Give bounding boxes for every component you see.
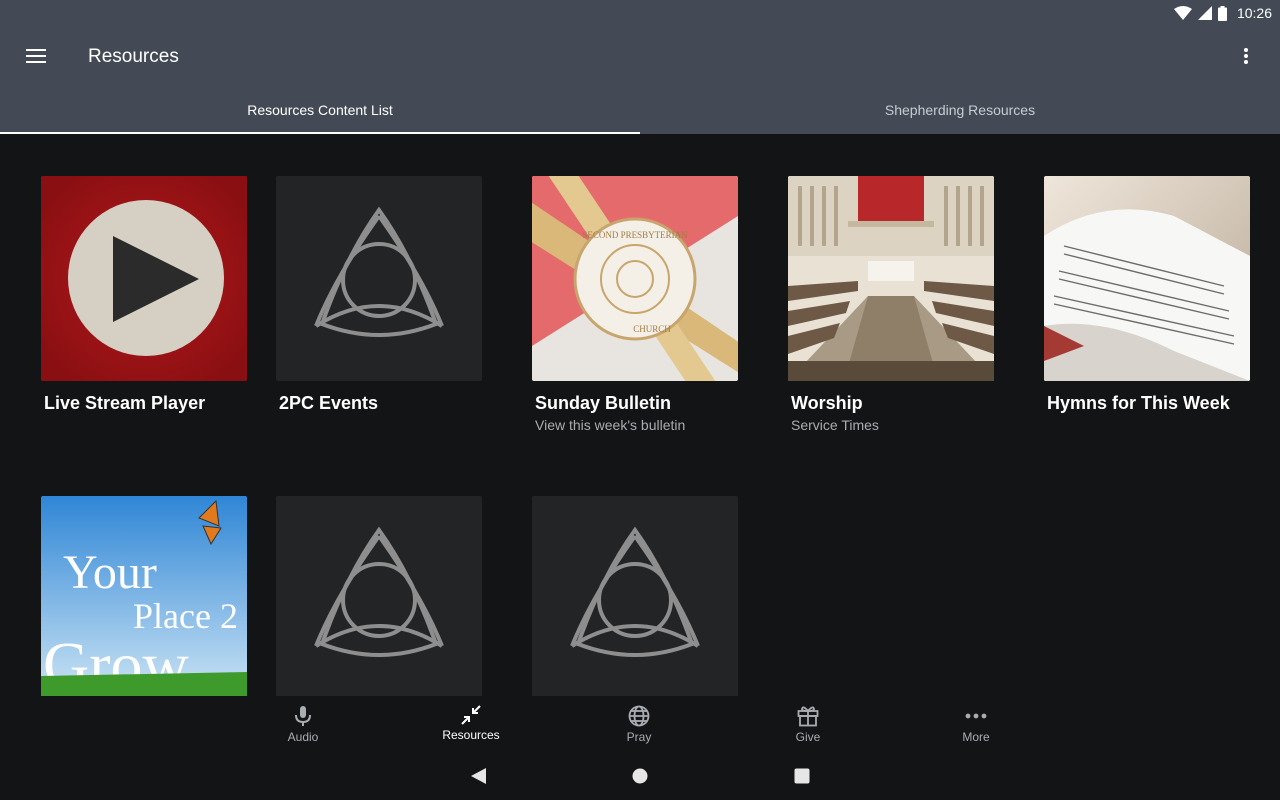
- card-title: Live Stream Player: [44, 393, 206, 413]
- card-title: Sunday Bulletin: [535, 393, 672, 413]
- globe-icon: [628, 705, 650, 727]
- recents-square-icon: [794, 768, 810, 784]
- home-button[interactable]: [630, 766, 650, 786]
- play-button-icon: [41, 176, 247, 381]
- resource-card-8[interactable]: [532, 496, 738, 696]
- resource-card-live-stream[interactable]: Live Stream Player: [41, 176, 247, 414]
- placeholder-thumbnail: [532, 496, 738, 696]
- seal-text-bottom: CHURCH: [633, 324, 671, 334]
- bulletin-thumbnail: SECOND PRESBYTERIAN CHURCH: [532, 176, 738, 381]
- hymns-thumbnail: [1044, 176, 1250, 381]
- more-dots-icon: [965, 713, 987, 719]
- grow-text-line1: Your: [63, 546, 157, 599]
- resource-card-worship[interactable]: Worship Service Times: [788, 176, 994, 433]
- nav-give[interactable]: Give: [748, 696, 868, 752]
- system-navigation-bar: [0, 752, 1280, 800]
- app-bar: Resources: [0, 26, 1280, 86]
- resource-card-sunday-bulletin[interactable]: SECOND PRESBYTERIAN CHURCH Sunday Bullet…: [532, 176, 738, 433]
- tab-shepherding-resources[interactable]: Shepherding Resources: [640, 86, 1280, 134]
- recents-button[interactable]: [792, 766, 812, 786]
- nav-audio[interactable]: Audio: [243, 696, 363, 752]
- wifi-icon: [1173, 6, 1192, 20]
- card-title: Worship: [791, 393, 863, 413]
- nav-label: Pray: [626, 730, 652, 744]
- tab-resources-content-list[interactable]: Resources Content List: [0, 86, 640, 134]
- nav-label: Audio: [287, 730, 319, 744]
- tab-bar: Resources Content List Shepherding Resou…: [0, 86, 1280, 134]
- seal-text-top: SECOND PRESBYTERIAN: [582, 230, 688, 240]
- menu-button[interactable]: [16, 36, 56, 76]
- nav-label: Give: [795, 730, 821, 744]
- grow-thumbnail: Your Place 2 Grow: [41, 496, 247, 696]
- resource-card-2pc-events[interactable]: 2PC Events: [276, 176, 482, 414]
- card-title: Hymns for This Week: [1047, 393, 1230, 413]
- placeholder-thumbnail: [276, 496, 482, 696]
- nav-pray[interactable]: Pray: [579, 696, 699, 752]
- your-place-2-grow-image: Your Place 2 Grow: [41, 496, 247, 696]
- nav-more[interactable]: More: [916, 696, 1036, 752]
- gift-icon: [797, 706, 819, 727]
- back-button[interactable]: [468, 766, 488, 786]
- trinity-knot-icon: [570, 526, 700, 657]
- bulletin-image: SECOND PRESBYTERIAN CHURCH: [532, 176, 738, 381]
- resource-card-7[interactable]: [276, 496, 482, 696]
- compress-arrows-icon: [461, 705, 481, 725]
- microphone-icon: [295, 706, 311, 726]
- sanctuary-image: [788, 176, 994, 381]
- cell-signal-icon: [1197, 6, 1212, 20]
- nav-label: More: [962, 730, 990, 744]
- hymnal-image: [1044, 176, 1250, 381]
- worship-thumbnail: [788, 176, 994, 381]
- live-stream-thumbnail: [41, 176, 247, 381]
- nav-resources[interactable]: Resources: [411, 696, 531, 752]
- trinity-knot-icon: [314, 526, 444, 657]
- status-time: 10:26: [1236, 5, 1272, 21]
- home-circle-icon: [632, 768, 648, 784]
- status-icons: 10:26: [1173, 3, 1272, 23]
- nav-label: Resources: [442, 728, 500, 742]
- more-vert-icon: [1244, 48, 1248, 64]
- page-title: Resources: [88, 46, 179, 67]
- resources-grid: Live Stream Player 2PC Events SECOND PRE…: [0, 134, 1280, 696]
- card-subtitle: View this week's bulletin: [535, 417, 686, 433]
- overflow-menu-button[interactable]: [1228, 36, 1264, 76]
- card-subtitle: Service Times: [791, 417, 879, 433]
- trinity-knot-icon: [314, 206, 444, 337]
- status-bar: 10:26: [0, 0, 1280, 26]
- back-triangle-icon: [471, 768, 486, 784]
- card-title: 2PC Events: [279, 393, 379, 413]
- hamburger-icon: [26, 49, 46, 63]
- resource-card-your-place-2-grow[interactable]: Your Place 2 Grow: [41, 496, 247, 696]
- bottom-navigation: Audio Resources Pray Give More: [0, 696, 1280, 752]
- battery-icon: [1217, 5, 1227, 21]
- events-thumbnail: [276, 176, 482, 381]
- resource-card-hymns[interactable]: Hymns for This Week: [1044, 176, 1250, 414]
